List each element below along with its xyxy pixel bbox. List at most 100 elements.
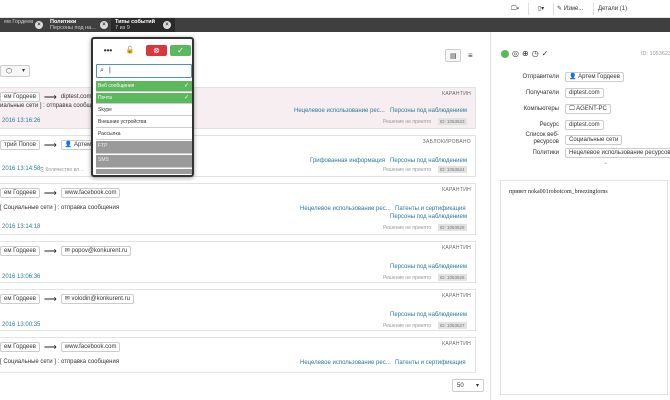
sender-chip[interactable]: 👤 Артем Гордеев xyxy=(565,72,624,82)
arrow-right-icon: ⟶ xyxy=(43,246,57,256)
clock-icon[interactable]: ◷ xyxy=(532,50,539,58)
sender-chip[interactable]: ем Гордеев xyxy=(0,342,40,352)
filter-option[interactable]: SMS xyxy=(96,155,192,168)
tag-icon: ⬡ xyxy=(6,68,13,75)
phone-icon[interactable]: ▯▾ xyxy=(533,3,549,15)
event-id: ID: 1053624 xyxy=(438,166,467,173)
layout-split-button[interactable]: ▤ xyxy=(445,49,461,62)
event-id: ID: 1053625 xyxy=(438,224,467,231)
arrow-right-icon: ⟶ xyxy=(43,342,57,352)
arrow-right-icon: ⟶ xyxy=(43,188,57,198)
cancel-button[interactable]: ⊗ xyxy=(146,45,167,56)
close-icon[interactable]: × xyxy=(35,21,43,29)
arrow-right-icon: ⟶ xyxy=(43,140,57,150)
decision-status: Решение не принято xyxy=(383,167,432,173)
chevron-down-icon: ▾ xyxy=(22,68,26,74)
recipient-chip[interactable]: www.facebook.com xyxy=(60,342,121,352)
edit-button[interactable]: ✎ Изме... xyxy=(557,3,583,15)
recipient-chip[interactable]: ✉ popov@konkurent.ru xyxy=(60,246,132,256)
policy-link[interactable]: Грифованная информация xyxy=(310,158,385,164)
filter-tabs: ем Гордеев × Политики Персоны под на... … xyxy=(0,18,670,32)
policy-link[interactable]: Нецелевое использование рес... xyxy=(294,108,385,114)
resource-chip[interactable]: diptest.com xyxy=(565,120,604,130)
recipient-chip[interactable]: www.facebook.com xyxy=(60,188,121,198)
policy-link[interactable]: Персоны под наблюдением xyxy=(390,264,467,270)
sender-chip[interactable]: ем Гордеев xyxy=(0,294,40,304)
decision-status: Решение не принято xyxy=(383,323,432,329)
top-toolbar: 🖵▾ ▯▾ ✎ Изме... Детали (1) xyxy=(0,0,670,18)
check-icon: ✓ xyxy=(183,95,189,101)
chevron-up-icon[interactable]: ⌃ xyxy=(603,162,608,169)
policy-chip[interactable]: Нецелевое использование ресурсов xyxy=(565,148,670,158)
sender-chip[interactable]: трий Попов xyxy=(0,140,40,150)
check-circle-icon[interactable]: ✓ xyxy=(542,50,549,58)
status-dot-icon xyxy=(501,50,509,58)
user-icon: 👤 xyxy=(569,74,579,80)
sender-chip[interactable]: ем Гордеев xyxy=(0,188,40,198)
event-time: 2016 13:14:18 xyxy=(2,224,41,230)
tab-event-types[interactable]: Типы событий 7 из 9 × xyxy=(111,18,175,32)
more-options-button[interactable]: ••• xyxy=(97,45,119,56)
event-card[interactable]: КАРАНТИН ем Гордеев ⟶ ✉ popov@konkurent.… xyxy=(0,241,476,283)
layout-list-button[interactable]: ≡ xyxy=(464,49,480,62)
page-size-select[interactable]: 50 ▾ xyxy=(452,379,484,392)
filter-option[interactable]: Skype xyxy=(96,105,192,116)
close-icon: ⊗ xyxy=(153,46,160,55)
event-id: ID: 1053626 xyxy=(438,274,467,281)
recipient-chip[interactable]: diptest.com xyxy=(565,88,604,98)
event-time: 2016 13:14:58 xyxy=(2,166,41,172)
globe-icon[interactable]: ◎ xyxy=(512,50,519,58)
event-subject: [ Социальные сети ] : отправка сообщения xyxy=(0,359,120,365)
events-list: ⬡ ▾ ▤ ≡ КАРАНТИН ем Гордеев ⟶ diptest.co… xyxy=(0,32,490,400)
split-view-icon: ▤ xyxy=(450,53,457,60)
recipient-chip[interactable]: ✉ volodin@konkurent.ru xyxy=(60,294,134,304)
policy-link[interactable]: Патенты и сертификация xyxy=(395,360,466,366)
tag-button[interactable]: ⬡ ▾ xyxy=(0,65,30,77)
event-time: 2016 13:06:36 xyxy=(2,274,41,280)
event-type-filter-popup: ••• 🔓 ⊗ ✓ ⌕ | Веб сообщения ✓ Почта ✓ Skyp… xyxy=(91,37,194,177)
event-card[interactable]: КАРАНТИН ем Гордеев ⟶ diptest.com иальны… xyxy=(0,87,476,129)
search-icon: ⌕ xyxy=(100,67,104,74)
policy-link[interactable]: Патенты и сертификация xyxy=(395,206,466,212)
share-icon[interactable]: ⊕ xyxy=(522,50,529,58)
tab-sender[interactable]: ем Гордеев × xyxy=(0,18,45,32)
check-icon: ✓ xyxy=(177,46,184,55)
policy-link[interactable]: Персоны под наблюдением xyxy=(390,108,467,114)
policy-link[interactable]: Персоны под наблюдением xyxy=(390,312,467,318)
policy-link[interactable]: Персоны под наблюдением xyxy=(390,214,467,220)
decision-status: Решение не принято xyxy=(383,225,432,231)
unlock-icon[interactable]: 🔓 xyxy=(123,45,137,56)
filter-option[interactable]: Почта ✓ xyxy=(96,93,192,104)
chevron-down-icon: ▾ xyxy=(475,383,479,389)
tab-policies[interactable]: Политики Персоны под на... × xyxy=(46,18,110,32)
filter-option[interactable]: Рассылка xyxy=(96,129,192,140)
arrow-right-icon: ⟶ xyxy=(43,92,57,102)
content-preview: привет noka001robotcom_breezingforns xyxy=(500,180,668,395)
event-card[interactable]: КАРАНТИН ем Гордеев ⟶ www.facebook.com [… xyxy=(0,337,476,373)
event-subject: [ Социальные сети ] : отправка сообщения xyxy=(0,205,120,211)
sender-chip[interactable]: ем Гордеев xyxy=(0,246,40,256)
close-icon[interactable]: × xyxy=(100,21,108,29)
filter-option[interactable]: FTP xyxy=(96,141,192,154)
filter-option[interactable]: Внешние устройства xyxy=(96,117,192,128)
event-card[interactable]: ЗАБЛОКИРОВАНО трий Попов ⟶ 👤 Артем Горде… xyxy=(0,135,476,177)
event-card[interactable]: КАРАНТИН ем Гордеев ⟶ www.facebook.com [… xyxy=(0,183,476,235)
event-id: ID: 1053627 xyxy=(438,322,467,329)
pencil-icon: ✎ xyxy=(557,6,564,12)
sender-chip[interactable]: ем Гордеев xyxy=(0,92,40,102)
policy-link[interactable]: Нецелевое использование рес... xyxy=(300,206,391,212)
details-button[interactable]: Детали (1) xyxy=(598,3,627,15)
policy-link[interactable]: Нецелевое использование рес... xyxy=(300,360,391,366)
event-time: 2016 13:00:35 xyxy=(2,322,41,328)
event-card[interactable]: КАРАНТИН ем Гордеев ⟶ ✉ volodin@konkuren… xyxy=(0,289,476,331)
filter-search-input[interactable]: ⌕ | xyxy=(96,64,192,78)
event-id: ID: 1053623 xyxy=(641,51,670,57)
arrow-right-icon: ⟶ xyxy=(43,294,57,304)
policy-link[interactable]: Персоны под наблюдением xyxy=(390,158,467,164)
computer-chip[interactable]: 🖵 AGENT-PC xyxy=(565,104,611,114)
web-resource-chip[interactable]: Социальные сети xyxy=(565,135,623,145)
apply-button[interactable]: ✓ xyxy=(170,45,191,56)
close-icon[interactable]: × xyxy=(163,21,171,29)
filter-option[interactable]: Веб сообщения ✓ xyxy=(96,81,192,92)
monitor-icon[interactable]: 🖵▾ xyxy=(505,3,525,15)
